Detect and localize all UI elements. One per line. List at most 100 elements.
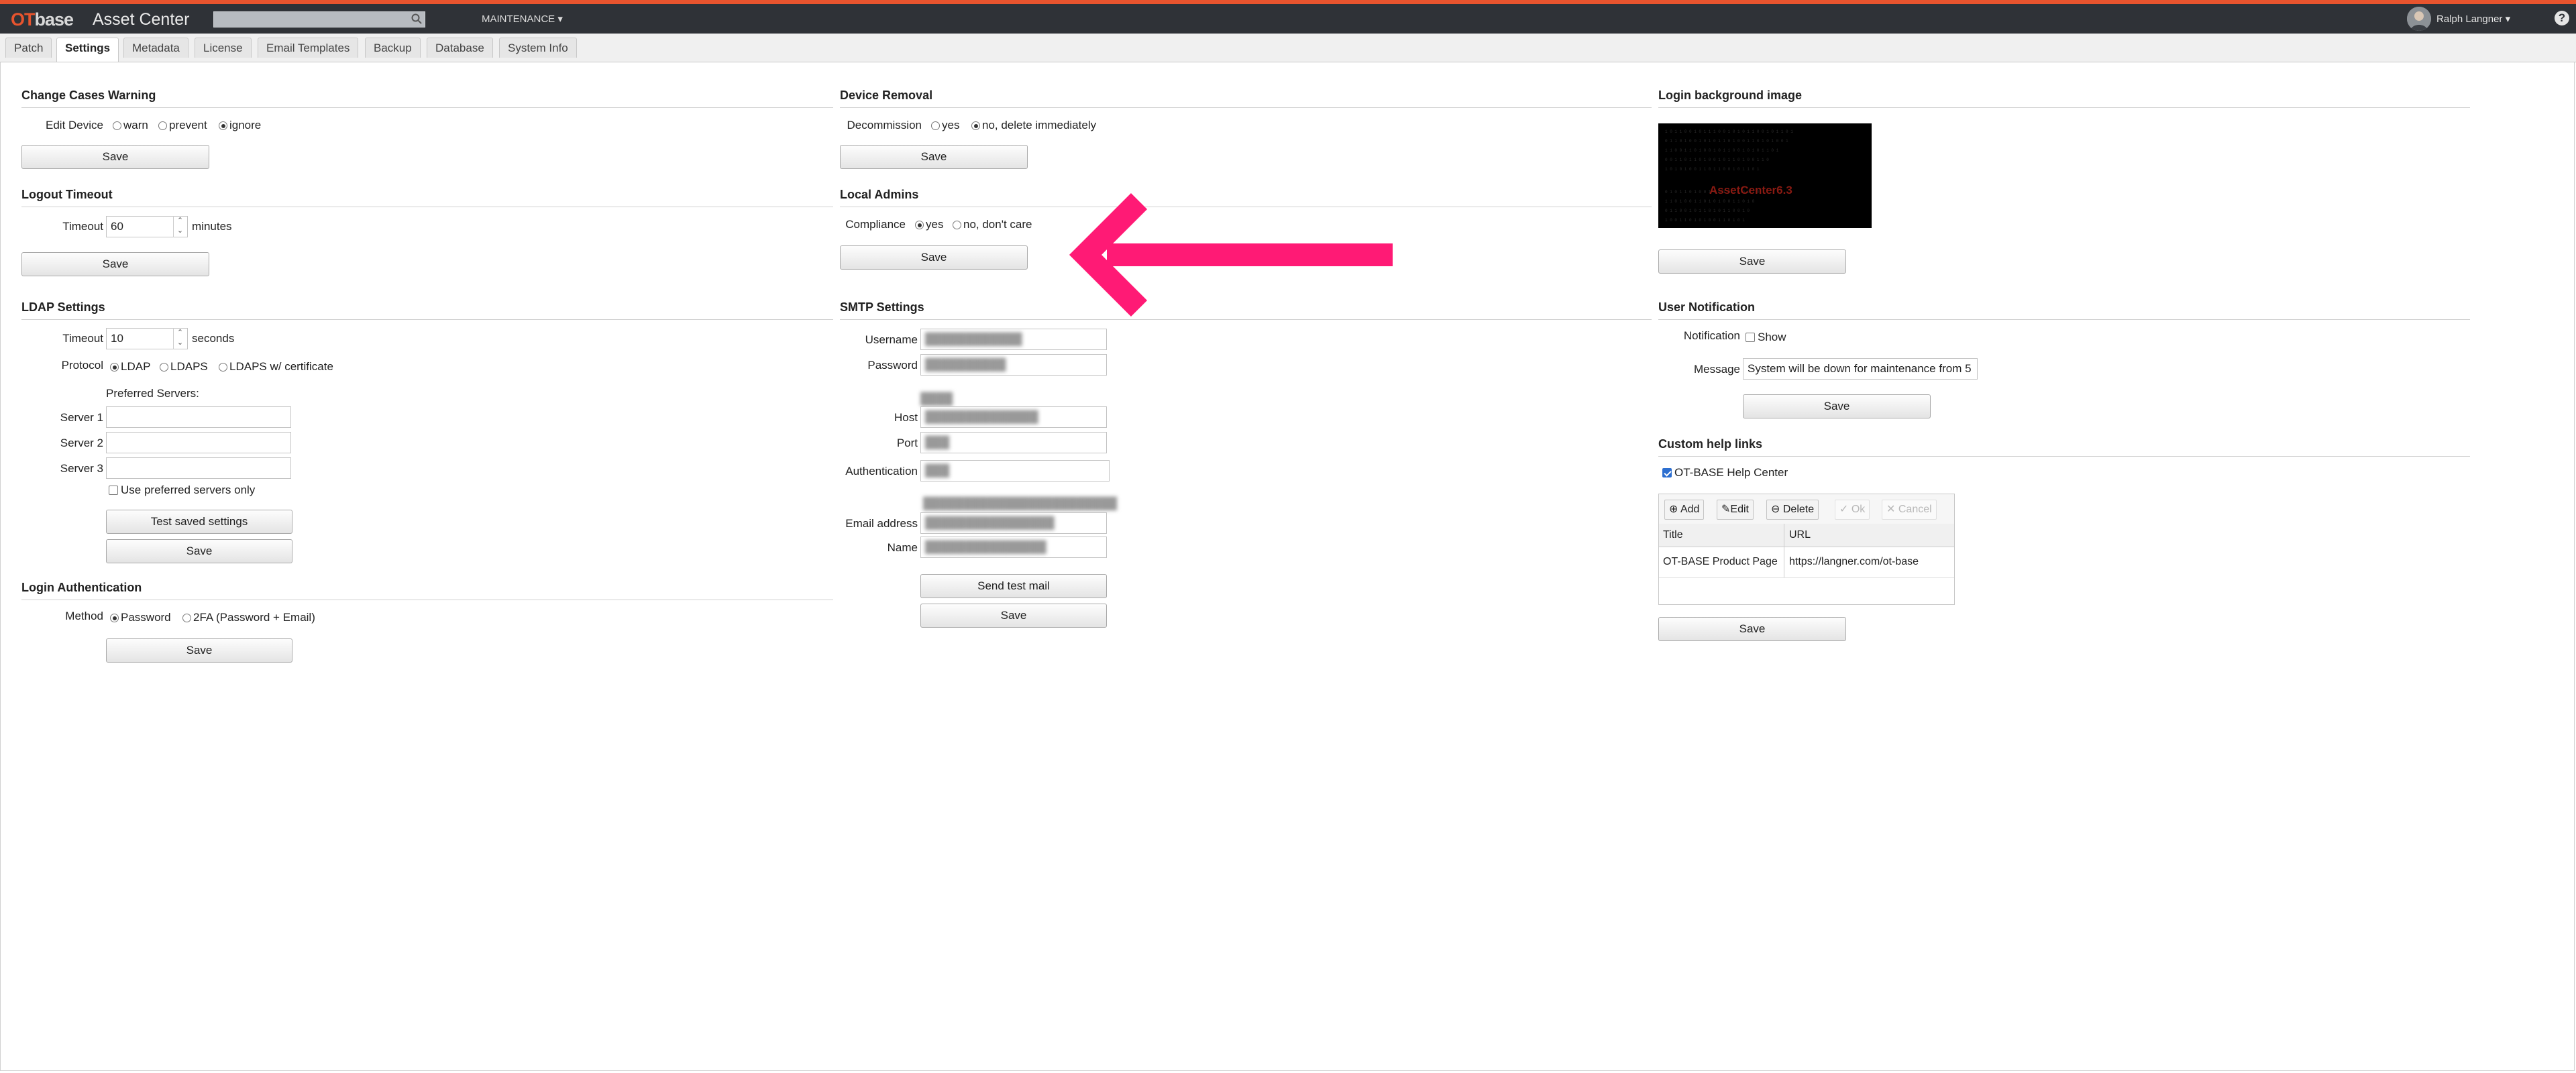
radio-ldaps-certificate[interactable]: LDAPS w/ certificate [219, 359, 333, 374]
radio-prevent[interactable]: prevent [158, 118, 207, 133]
section-divider [1658, 107, 2470, 108]
section-divider [840, 107, 1652, 108]
smtp-name-input[interactable]: ███████████████ [920, 536, 1107, 558]
background-image-caption: AssetCenter6.3 [1709, 184, 1792, 196]
tab-backup[interactable]: Backup [365, 38, 421, 58]
grid-add-button[interactable]: ⊕ Add [1664, 500, 1705, 520]
radio-ldaps[interactable]: LDAPS [160, 359, 208, 374]
svg-text:1 0 1 0 1 0 0 1 1 0 1 1 0 0 1: 1 0 1 0 1 0 0 1 1 0 1 1 0 0 1 0 1 1 0 1 [1665, 167, 1760, 172]
smtp-port-input[interactable]: ███ [920, 432, 1107, 453]
spinner-arrows-icon[interactable]: ⌃ ⌄ [173, 328, 186, 349]
section-title-smtp: SMTP Settings [840, 300, 924, 314]
section-title-login-auth: Login Authentication [21, 581, 142, 594]
notification-show-checkbox[interactable]: Show [1746, 330, 1786, 345]
help-links-grid: ⊕ Add ✎Edit ⊖ Delete ✓ Ok ✕ Cancel Title… [1658, 494, 1955, 605]
svg-text:0 1 1 0 1 0 0 1 0 1 0 1 1 0 1: 0 1 1 0 1 0 0 1 0 1 0 1 1 0 1 0 0 1 1 0 … [1665, 139, 1788, 144]
save-button-change-cases[interactable]: Save [21, 145, 209, 169]
radio-ldap[interactable]: LDAP [110, 359, 150, 374]
radio-circle[interactable] [110, 614, 119, 622]
radio-ignore[interactable]: ignore [219, 118, 261, 133]
radio-circle[interactable] [931, 121, 940, 130]
grid-cancel-button[interactable]: ✕ Cancel [1882, 500, 1937, 520]
smtp-email-input[interactable]: ████████████████ [920, 512, 1107, 534]
server1-input[interactable] [106, 406, 291, 428]
server2-label: Server 2 [60, 437, 103, 449]
server2-input[interactable] [106, 432, 291, 453]
grid-column-url[interactable]: URL [1789, 528, 1811, 543]
radio-circle[interactable] [113, 121, 121, 130]
checkmark-icon: ✓ [1839, 504, 1849, 515]
radio-circle[interactable] [971, 121, 980, 130]
save-button-local-admins[interactable]: Save [840, 245, 1028, 270]
radio-circle[interactable] [219, 121, 227, 130]
save-button-device-removal[interactable]: Save [840, 145, 1028, 169]
radio-circle[interactable] [160, 363, 168, 372]
tab-license[interactable]: License [195, 38, 252, 58]
save-button-user-notification[interactable]: Save [1743, 394, 1931, 418]
grid-ok-button[interactable]: ✓ Ok [1835, 500, 1870, 520]
radio-circle[interactable] [915, 221, 924, 229]
checkbox-box[interactable] [109, 486, 118, 495]
save-button-login-auth[interactable]: Save [106, 638, 292, 663]
spinner-arrows-icon[interactable]: ⌃ ⌄ [173, 216, 186, 237]
smtp-password-input[interactable]: ██████████ [920, 354, 1107, 376]
compliance-label: Compliance [845, 218, 906, 231]
edit-device-label: Edit Device [46, 119, 103, 131]
grid-column-title[interactable]: Title [1663, 528, 1683, 543]
tab-system-info[interactable]: System Info [499, 38, 577, 58]
radio-circle[interactable] [953, 221, 961, 229]
save-button-smtp[interactable]: Save [920, 604, 1107, 628]
tab-metadata[interactable]: Metadata [123, 38, 189, 58]
help-center-checkbox[interactable]: OT-BASE Help Center [1662, 465, 1788, 480]
notification-message-input[interactable]: System will be down for maintenance from… [1743, 358, 1978, 380]
grid-delete-button[interactable]: ⊖ Delete [1766, 500, 1819, 520]
preferred-servers-label: Preferred Servers: [106, 387, 199, 400]
radio-warn[interactable]: warn [113, 118, 148, 133]
tab-settings[interactable]: Settings [56, 38, 119, 62]
test-saved-settings-button[interactable]: Test saved settings [106, 510, 292, 534]
radio-circle[interactable] [219, 363, 227, 372]
checkbox-box[interactable] [1746, 333, 1755, 342]
avatar[interactable] [2407, 7, 2431, 31]
radio-password[interactable]: Password [110, 610, 171, 625]
radio-circle[interactable] [110, 363, 119, 372]
save-button-ldap[interactable]: Save [106, 539, 292, 563]
server3-input[interactable] [106, 457, 291, 479]
user-menu[interactable]: Ralph Langner ▾ [2436, 11, 2510, 27]
smtp-name-label: Name [887, 541, 918, 554]
radio-delete-immediately[interactable]: no, delete immediately [971, 118, 1096, 133]
server1-label: Server 1 [60, 411, 103, 424]
search-icon[interactable] [411, 13, 423, 25]
radio-circle[interactable] [158, 121, 167, 130]
radio-compliance-yes[interactable]: yes [915, 217, 943, 232]
arrow-left-icon [1069, 192, 1393, 317]
maintenance-menu[interactable]: MAINTENANCE ▾ [482, 11, 563, 27]
save-button-login-bg[interactable]: Save [1658, 249, 1846, 274]
section-divider [1658, 456, 2470, 457]
smtp-auth-select[interactable]: ███ [920, 460, 1110, 482]
search-input[interactable] [213, 11, 425, 27]
save-button-logout[interactable]: Save [21, 252, 209, 276]
grid-edit-button[interactable]: ✎Edit [1717, 500, 1754, 520]
help-icon[interactable]: ? [2555, 11, 2569, 25]
tab-patch[interactable]: Patch [5, 38, 52, 58]
tab-email-templates[interactable]: Email Templates [258, 38, 359, 58]
login-background-preview[interactable]: 1 0 1 1 0 0 1 0 1 1 1 0 0 1 0 1 0 1 1 0 … [1658, 123, 1872, 228]
smtp-password-label: Password [867, 359, 918, 372]
tab-database[interactable]: Database [427, 38, 493, 58]
radio-decommission-yes[interactable]: yes [931, 118, 959, 133]
checkbox-box[interactable] [1662, 468, 1672, 477]
logout-timeout-unit: minutes [192, 220, 232, 233]
smtp-host-input[interactable]: ██████████████ [920, 406, 1107, 428]
smtp-username-input[interactable]: ████████████ [920, 329, 1107, 350]
save-button-help-links[interactable]: Save [1658, 617, 1846, 641]
ldap-timeout-unit: seconds [192, 332, 235, 345]
radio-circle[interactable] [182, 614, 191, 622]
section-divider [21, 107, 833, 108]
table-row[interactable]: OT-BASE Product Page https://langner.com… [1659, 547, 1954, 578]
radio-compliance-no[interactable]: no, don't care [953, 217, 1032, 232]
otbase-logo[interactable]: OTbase [11, 9, 74, 30]
send-test-mail-button[interactable]: Send test mail [920, 574, 1107, 598]
preferred-only-checkbox[interactable]: Use preferred servers only [109, 483, 255, 498]
radio-2fa[interactable]: 2FA (Password + Email) [182, 610, 315, 625]
